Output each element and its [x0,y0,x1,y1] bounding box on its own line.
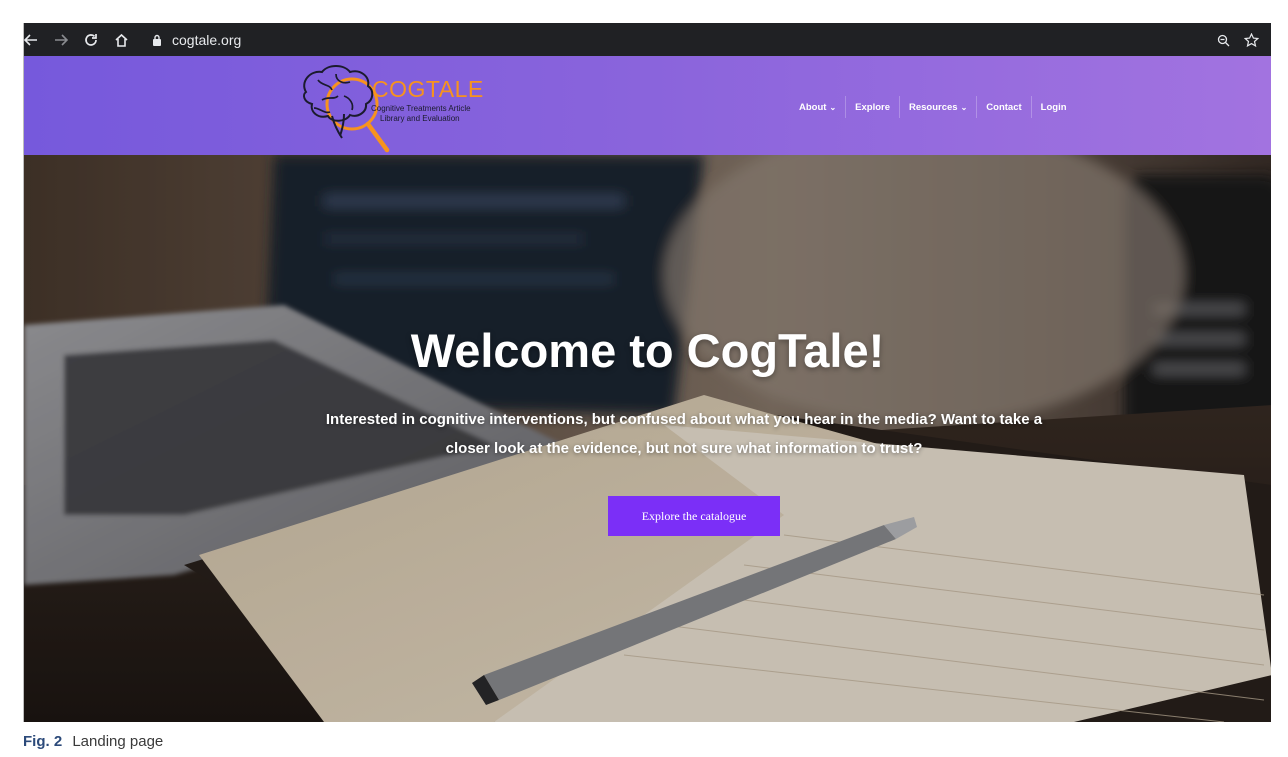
logo-title: COGTALE [372,76,484,102]
nav-item-label: Contact [986,101,1022,113]
chevron-down-icon: ⌄ [829,102,837,112]
nav-item-about[interactable]: About ⌄ [790,96,847,118]
nav-item-label: Explore [855,101,890,113]
logo-subtitle-line-1: Cognitive Treatments Article [371,104,471,113]
chevron-down-icon: ⌄ [960,102,968,112]
hero-description: Interested in cognitive interventions, b… [325,411,1043,457]
nav-item-contact[interactable]: Contact [977,96,1032,118]
hero-title: Welcome to CogTale! [410,324,885,377]
browser-toolbar: cogtale.org [24,23,1271,56]
reload-icon[interactable] [84,28,98,52]
main-navigation: About ⌄ Explore Resources ⌄ Contact Logi… [790,96,1076,118]
nav-item-label: About [799,101,827,113]
browser-window: cogtale.org COGTALE Cognitive Treatments… [23,23,1271,722]
url-text: cogtale.org [172,31,242,48]
explore-catalogue-button[interactable]: Explore the catalogue [608,496,780,536]
bookmark-star-icon[interactable] [1244,28,1259,52]
cogtale-logo[interactable]: COGTALE Cognitive Treatments Article Lib… [292,62,532,158]
logo-subtitle-line-2: Library and Evaluation [380,114,460,123]
home-icon[interactable] [114,28,129,52]
site-header: COGTALE Cognitive Treatments Article Lib… [24,56,1271,155]
toolbar-right-icons [1217,28,1259,52]
figure-caption-text: Landing page [72,733,164,750]
forward-arrow-icon[interactable] [54,28,68,52]
hero-section: Welcome to CogTale! Interested in cognit… [24,155,1271,722]
nav-item-resources[interactable]: Resources ⌄ [900,96,978,118]
nav-item-label: Resources [909,101,958,113]
nav-item-label: Login [1040,101,1067,113]
figure-label: Fig. 2 [23,733,63,750]
back-arrow-icon[interactable] [24,28,38,52]
nav-item-explore[interactable]: Explore [846,96,900,118]
zoom-icon[interactable] [1217,28,1230,52]
address-bar[interactable]: cogtale.org [152,27,1236,52]
figure-caption: Fig. 2 Landing page [23,733,163,750]
lock-icon [152,28,162,52]
nav-item-login[interactable]: Login [1032,96,1076,118]
